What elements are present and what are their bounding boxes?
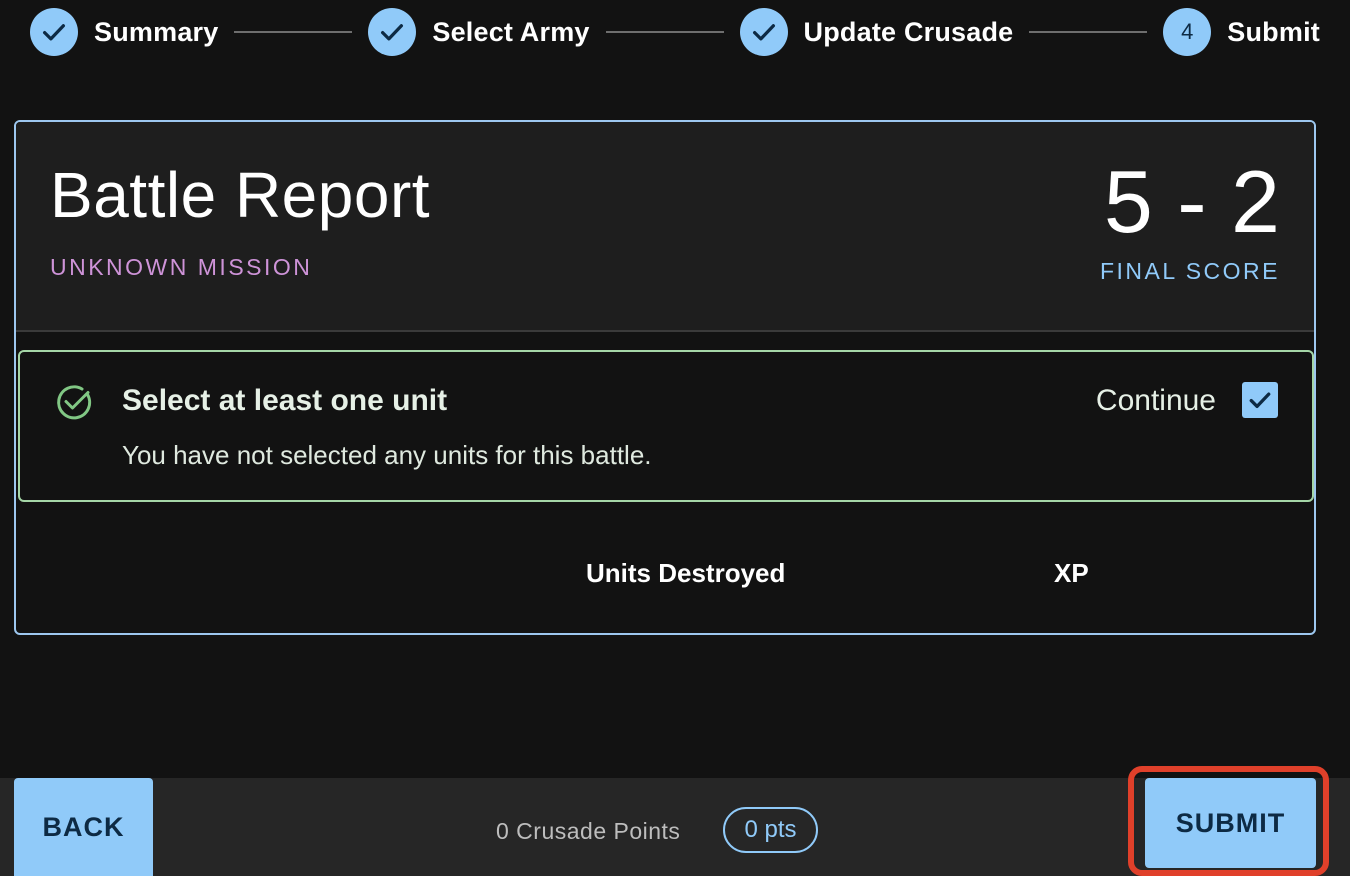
final-score: 5 - 2 — [1103, 152, 1280, 251]
continue-checkbox[interactable] — [1242, 382, 1278, 418]
battle-report-header: Battle Report UNKNOWN MISSION 5 - 2 FINA… — [16, 122, 1314, 332]
step-complete-check-icon — [30, 8, 78, 56]
column-units-destroyed: Units Destroyed — [586, 558, 786, 588]
submit-button[interactable]: SUBMIT — [1145, 778, 1316, 868]
step-connector — [1029, 31, 1148, 33]
crusade-points-text: 0 Crusade Points — [496, 818, 681, 844]
step-label: Submit — [1227, 16, 1320, 47]
column-xp: XP — [1054, 558, 1089, 588]
step-label: Update Crusade — [803, 16, 1014, 47]
step-connector — [234, 31, 353, 33]
units-table-header: Units Destroyed XP — [16, 552, 1314, 602]
alert-message: You have not selected any units for this… — [122, 440, 652, 470]
step-label: Select Army — [432, 16, 590, 47]
mission-name: UNKNOWN MISSION — [50, 254, 313, 280]
step-update-crusade[interactable]: Update Crusade — [739, 8, 1014, 56]
step-number: 4 — [1163, 8, 1212, 56]
step-select-army[interactable]: Select Army — [368, 8, 589, 56]
unit-selection-alert: Select at least one unit You have not se… — [18, 350, 1314, 502]
step-complete-check-icon — [368, 8, 417, 56]
battle-report-card: Battle Report UNKNOWN MISSION 5 - 2 FINA… — [14, 120, 1316, 635]
step-submit[interactable]: 4 Submit — [1163, 8, 1320, 56]
check-circle-outline-icon — [57, 385, 92, 420]
back-button[interactable]: BACK — [14, 778, 153, 876]
checkmark-icon — [1249, 392, 1271, 409]
step-connector — [605, 31, 724, 33]
stepper: Summary Select Army Update Crusade 4 Sub… — [30, 8, 1320, 56]
points-chip: 0 pts — [723, 807, 818, 853]
continue-label: Continue — [1095, 384, 1216, 417]
final-score-label: FINAL SCORE — [1099, 258, 1280, 284]
step-complete-check-icon — [739, 8, 788, 56]
step-summary[interactable]: Summary — [30, 8, 218, 56]
alert-title: Select at least one unit — [122, 384, 448, 417]
step-label: Summary — [94, 16, 219, 47]
page-title: Battle Report — [50, 159, 431, 231]
